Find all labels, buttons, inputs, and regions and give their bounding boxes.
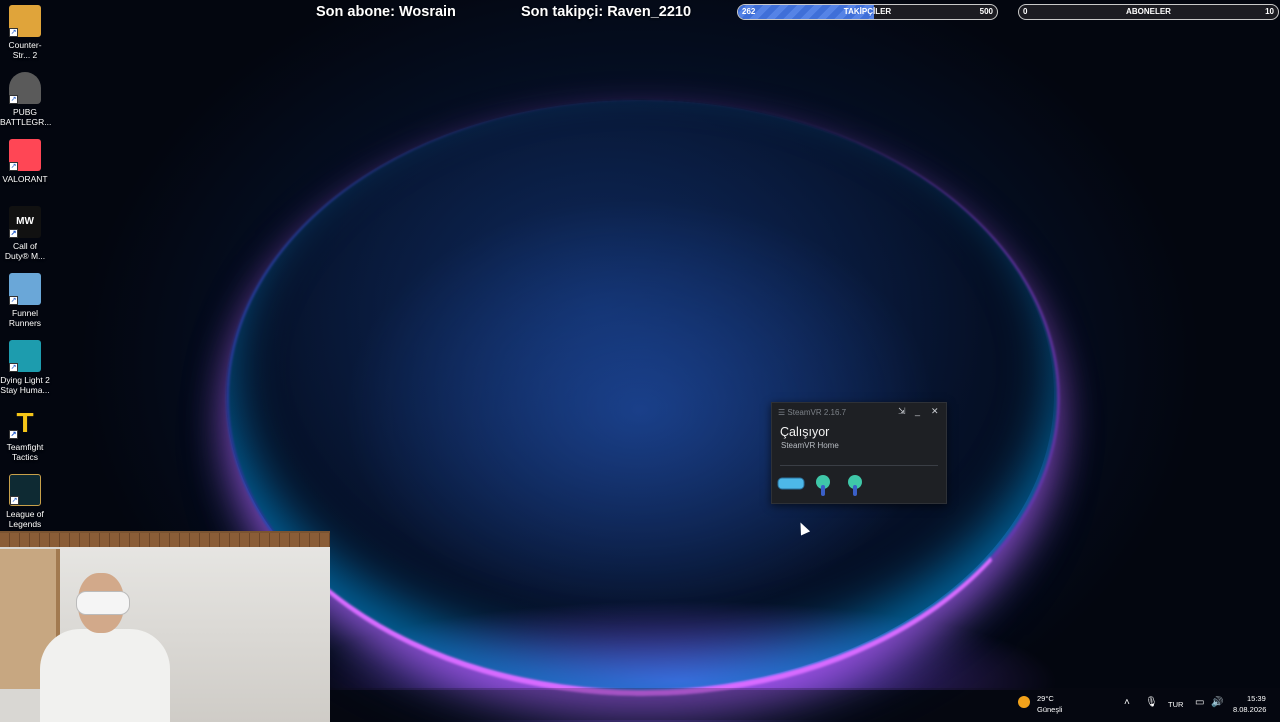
headset-icon[interactable] xyxy=(777,475,805,496)
microphone-icon[interactable]: 🎙 xyxy=(1145,697,1158,708)
last-follower-text: Son takipçi: Raven_2210 xyxy=(521,4,692,20)
desktop-icon-lol[interactable]: ↗ League of Legends xyxy=(0,469,50,529)
menu-icon[interactable]: ☰ xyxy=(778,408,785,417)
desktop-icon-tft[interactable]: T ↗ Teamfight Tactics xyxy=(0,402,50,462)
pubg-helmet-icon: ↗ xyxy=(9,72,41,104)
clock-time[interactable]: 15:39 xyxy=(1247,694,1266,703)
pin-icon[interactable]: ⇲ xyxy=(898,406,906,417)
close-button[interactable]: ✕ xyxy=(931,406,939,417)
subs-label: ABONELER xyxy=(1126,7,1171,16)
steamvr-subtitle: SteamVR Home xyxy=(781,441,839,450)
desktop-icon-label: Funnel Runners xyxy=(8,308,42,328)
followers-goal-bar: 262 TAKİPÇİLER 500 xyxy=(737,4,998,20)
chevron-up-icon[interactable]: ˄ xyxy=(1124,697,1130,708)
cs2-icon: ↗ xyxy=(9,5,41,37)
steamvr-window[interactable]: ☰ SteamVR 2.16.7 ⇲ _ ✕ Çalışıyor SteamVR… xyxy=(771,402,947,504)
steamvr-title: ☰ SteamVR 2.16.7 xyxy=(778,408,847,417)
left-controller-icon[interactable] xyxy=(812,475,834,502)
speaker-icon[interactable]: 🔊 xyxy=(1211,697,1223,708)
funnel-runners-icon: ↗ xyxy=(9,273,41,305)
divider xyxy=(780,465,938,466)
followers-label: TAKİPÇİLER xyxy=(843,7,892,16)
desktop-icon-cod[interactable]: MW ↗ Call of Duty® M... xyxy=(0,201,50,261)
last-subscriber-text: Son abone: Wosrain xyxy=(316,4,456,20)
tft-icon: T ↗ xyxy=(9,407,34,439)
subs-target: 10 xyxy=(1265,7,1274,16)
steamvr-status: Çalışıyor xyxy=(780,425,830,439)
desktop-icon-label: Counter-Str... 2 xyxy=(8,40,42,60)
weather-temp: 29°C xyxy=(1037,694,1054,703)
clock-date[interactable]: 8.08.2026 xyxy=(1233,705,1266,714)
webcam-feed xyxy=(0,531,330,722)
lol-icon: ↗ xyxy=(9,474,41,506)
desktop-icon-label: Dying Light 2 Stay Huma... xyxy=(0,375,50,395)
webcam-person xyxy=(40,629,170,722)
webcam-ceiling xyxy=(0,533,330,547)
subs-goal-bar: 0 ABONELER 10 xyxy=(1018,4,1279,20)
wallpaper-orb-rim xyxy=(226,100,1060,696)
taskbar xyxy=(330,688,1280,720)
weather-widget[interactable] xyxy=(1018,696,1030,708)
desktop-icon-valorant[interactable]: ↗ VALORANT xyxy=(0,134,50,184)
desktop-icon-label: Teamfight Tactics xyxy=(6,442,44,462)
desktop-icon-label: VALORANT xyxy=(2,174,48,184)
valorant-icon: ↗ xyxy=(9,139,41,171)
desktop-icon-funnel-runners[interactable]: ↗ Funnel Runners xyxy=(0,268,50,328)
display-icon[interactable]: ▭ xyxy=(1195,697,1204,708)
desktop-icon-label: PUBG BATTLEGR... xyxy=(0,107,52,127)
mw-icon: MW ↗ xyxy=(9,206,41,238)
vr-headset xyxy=(76,591,130,615)
language-indicator[interactable]: TUR xyxy=(1168,700,1183,709)
dying-light-icon: ↗ xyxy=(9,340,41,372)
desktop-icon-dying-light[interactable]: ↗ Dying Light 2 Stay Huma... xyxy=(0,335,50,395)
right-controller-icon[interactable] xyxy=(844,475,866,502)
desktop-icon-label: Call of Duty® M... xyxy=(4,241,46,261)
desktop-icon-cs2[interactable]: ↗ Counter-Str... 2 xyxy=(0,0,50,60)
weather-desc: Güneşli xyxy=(1037,705,1063,714)
sun-icon xyxy=(1018,696,1030,708)
minimize-button[interactable]: _ xyxy=(915,406,920,416)
desktop-icon-pubg[interactable]: ↗ PUBG BATTLEGR... xyxy=(0,67,52,127)
desktop-icon-label: League of Legends xyxy=(6,509,44,529)
followers-target: 500 xyxy=(979,7,993,16)
